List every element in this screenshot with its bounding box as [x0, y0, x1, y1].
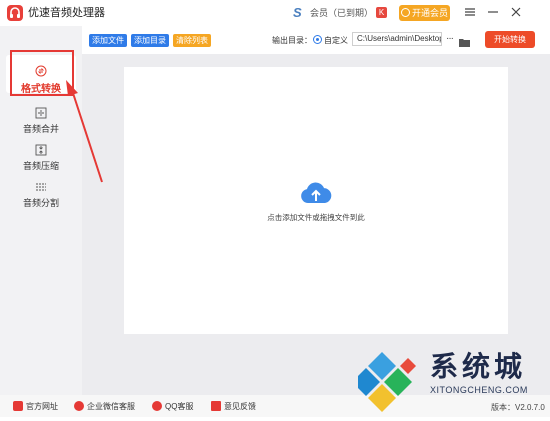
annotation-arrow: [66, 80, 103, 183]
